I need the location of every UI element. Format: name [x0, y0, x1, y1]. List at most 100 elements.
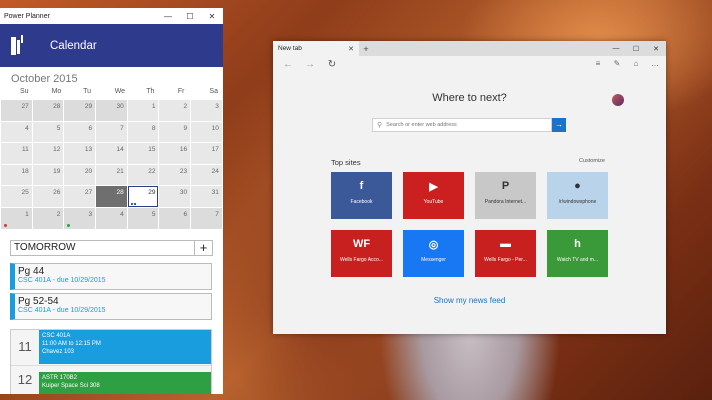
calendar-day[interactable]: 28 — [96, 186, 127, 207]
web-note-icon[interactable]: ✎ — [612, 59, 622, 68]
calendar-day[interactable]: 28 — [32, 100, 64, 121]
share-icon[interactable]: ⌂ — [631, 59, 641, 68]
top-site-tile[interactable]: f Facebook — [331, 172, 392, 219]
calendar-day[interactable]: 23 — [159, 164, 191, 186]
calendar-day[interactable]: 30 — [96, 100, 127, 121]
calendar-day[interactable]: 9 — [159, 121, 191, 143]
calendar-day[interactable]: 22 — [127, 164, 159, 186]
day-number: 3 — [215, 103, 219, 110]
event-indicator — [130, 202, 136, 205]
top-site-tile[interactable]: ▶ YouTube — [403, 172, 464, 219]
top-site-tile[interactable]: WF Wells Fargo Acco... — [331, 230, 392, 277]
schedule-day-label[interactable]: TOMORROW — [10, 239, 195, 256]
event-title: CSC 401A — [42, 332, 71, 339]
day-number: 9 — [183, 124, 188, 132]
top-site-tile[interactable]: ▬ Wells Fargo - Per... — [475, 230, 536, 277]
top-site-tile[interactable]: ● /r/windowsphone — [547, 172, 608, 219]
minimize-button[interactable]: — — [606, 41, 626, 56]
tile-label: Wells Fargo - Per... — [484, 257, 527, 263]
close-button[interactable]: ✕ — [646, 41, 666, 56]
calendar-day[interactable]: 29 — [64, 100, 96, 121]
calendar-day[interactable]: 31 — [191, 186, 222, 207]
day-number: 7 — [120, 124, 124, 132]
calendar-day[interactable]: 26 — [32, 186, 64, 207]
schedule-event[interactable]: ASTR 170B2 Kuiper Space Sci 308 — [39, 371, 211, 394]
new-tab-button[interactable]: + — [359, 44, 373, 54]
calendar-day[interactable]: 4 — [1, 121, 32, 143]
forward-arrow-icon[interactable]: → — [299, 59, 321, 70]
top-site-tile[interactable]: h Watch TV and m... — [547, 230, 608, 277]
site-logo-icon: f — [359, 180, 364, 192]
hour-label: 11 — [18, 338, 32, 354]
add-item-button[interactable]: + — [195, 239, 213, 256]
calendar-day[interactable]: 5 — [32, 121, 64, 143]
day-number: 5 — [56, 124, 61, 132]
search-go-button[interactable]: → — [552, 118, 566, 132]
calendar-day[interactable]: 2 — [32, 207, 64, 229]
calendar-day[interactable]: 10 — [191, 121, 222, 143]
calendar-day[interactable]: 24 — [191, 164, 222, 186]
top-site-tile[interactable]: ◎ Messenger — [403, 230, 464, 277]
calendar-day[interactable]: 16 — [159, 143, 191, 164]
day-number: 8 — [151, 124, 156, 132]
hub-icon[interactable]: ≡ — [593, 59, 603, 68]
show-news-feed-link[interactable]: Show my news feed — [273, 296, 666, 305]
tab-close-icon[interactable]: ✕ — [348, 45, 354, 53]
search-box[interactable]: ⚲ — [372, 118, 552, 132]
calendar-day[interactable]: 1 — [1, 207, 32, 229]
more-icon[interactable]: … — [650, 59, 660, 68]
calendar-day[interactable]: 30 — [159, 186, 191, 207]
site-logo-icon: WF — [352, 238, 371, 250]
calendar-day[interactable]: 6 — [64, 121, 96, 143]
calendar-day[interactable]: 6 — [159, 207, 191, 229]
calendar-day[interactable]: 4 — [96, 207, 127, 229]
maximize-button[interactable]: ☐ — [626, 41, 646, 56]
calendar-day[interactable]: 5 — [127, 207, 159, 229]
calendar-day[interactable]: 19 — [32, 164, 64, 186]
calendar-day[interactable]: 3 — [64, 207, 96, 229]
day-number: 16 — [179, 146, 188, 154]
task-item[interactable]: Pg 52-54 CSC 401A - due 10/29/2015 — [10, 292, 212, 320]
calendar-day[interactable]: 3 — [191, 100, 222, 121]
calendar-day[interactable]: 7 — [96, 121, 127, 143]
search-input[interactable] — [386, 122, 547, 128]
calendar-day[interactable]: 21 — [96, 164, 127, 186]
day-number: 22 — [148, 167, 156, 175]
calendar-day[interactable]: 17 — [191, 143, 222, 164]
calendar-day[interactable]: 1 — [127, 100, 159, 121]
refresh-icon[interactable]: ↻ — [321, 59, 343, 70]
calendar-day[interactable]: 20 — [64, 164, 96, 186]
calendar-day[interactable]: 25 — [1, 186, 32, 207]
calendar-day[interactable]: 13 — [64, 143, 96, 164]
calendar-day[interactable]: 7 — [191, 207, 222, 229]
back-arrow-icon[interactable]: ← — [277, 59, 299, 70]
day-number: 28 — [53, 103, 61, 110]
calendar-day[interactable]: 8 — [127, 121, 159, 143]
site-logo-icon: ◎ — [428, 239, 439, 251]
calendar-day[interactable]: 27 — [64, 186, 96, 207]
avatar[interactable] — [612, 94, 624, 106]
customize-link[interactable]: Customize — [579, 158, 605, 164]
calendar-day[interactable]: 29 — [127, 186, 159, 207]
day-number: 13 — [84, 146, 93, 154]
calendar-day[interactable]: 2 — [159, 100, 191, 121]
calendar-day[interactable]: 12 — [32, 143, 64, 164]
site-logo-icon: ▬ — [500, 238, 511, 250]
close-button[interactable]: ✕ — [201, 8, 223, 24]
calendar-day[interactable]: 15 — [127, 143, 159, 164]
day-number: 29 — [84, 103, 93, 110]
day-number: 20 — [84, 167, 93, 175]
calendar-day[interactable]: 14 — [96, 143, 127, 164]
task-item[interactable]: Pg 44 CSC 401A - due 10/29/2015 — [10, 262, 212, 290]
tab-bar: New tab ✕ + — ☐ ✕ — [273, 41, 666, 56]
maximize-button[interactable]: ☐ — [179, 8, 201, 24]
calendar-day[interactable]: 18 — [1, 164, 32, 186]
top-site-tile[interactable]: P Pandora Internet... — [475, 172, 536, 219]
minimize-button[interactable]: — — [157, 8, 179, 24]
day-number: 6 — [183, 210, 188, 218]
tab-new-tab[interactable]: New tab ✕ — [273, 41, 359, 56]
calendar-day[interactable]: 27 — [1, 100, 32, 121]
schedule-event[interactable]: CSC 401A 11:00 AM to 12:15 PM Chavez 103 — [39, 329, 211, 364]
day-number: 29 — [148, 189, 156, 197]
calendar-day[interactable]: 11 — [1, 143, 32, 164]
